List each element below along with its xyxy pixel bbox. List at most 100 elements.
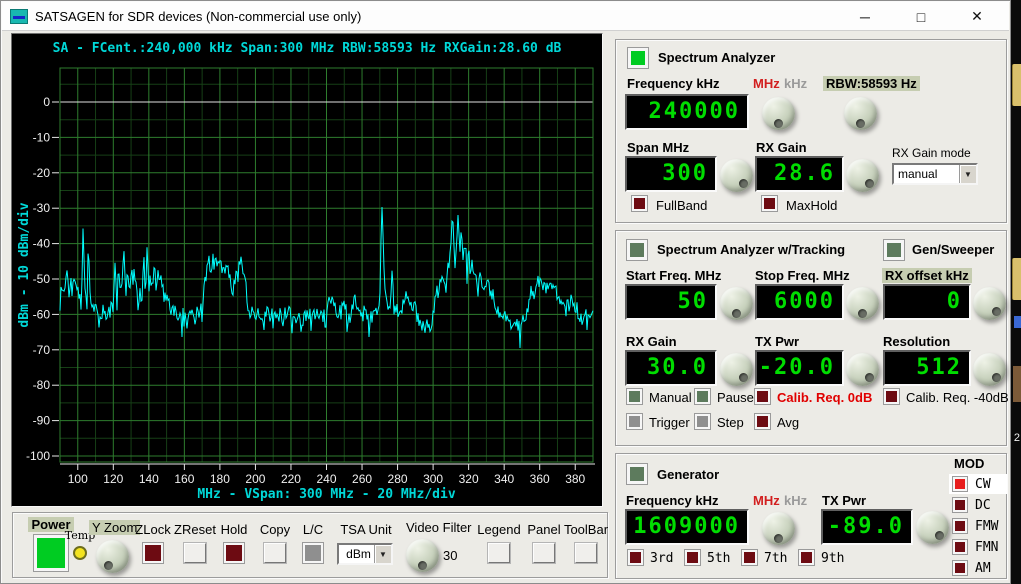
mod-option-fmn[interactable]: FMN — [949, 537, 1007, 557]
calib-req-40db-checkbox[interactable] — [884, 389, 899, 404]
legend-button[interactable] — [488, 543, 510, 563]
svg-text:-60: -60 — [33, 307, 51, 321]
tracking-title: Spectrum Analyzer w/Tracking — [657, 242, 845, 257]
tsa-unit-select[interactable]: dBm ▼ — [337, 543, 393, 565]
minimize-button[interactable]: ─ — [837, 2, 893, 31]
toolbar-button[interactable] — [575, 543, 597, 563]
svg-text:280: 280 — [388, 472, 408, 486]
panel-label: Panel — [527, 522, 560, 537]
avg-checkbox[interactable] — [755, 414, 770, 429]
spectrum-chart[interactable]: 1001201401601802002202402602803003203403… — [12, 34, 604, 508]
svg-text:180: 180 — [210, 472, 230, 486]
desktop-folder-icon — [1012, 258, 1021, 300]
generator-indicator[interactable] — [627, 464, 647, 484]
harmonic-7th-checkbox[interactable] — [742, 550, 757, 565]
zreset-button[interactable] — [184, 543, 206, 563]
video-filter-value: 30 — [443, 548, 457, 563]
fullband-checkbox[interactable] — [632, 196, 647, 211]
harmonic-9th-checkbox[interactable] — [799, 550, 814, 565]
sa-unit-mhz-toggle[interactable]: MHz — [753, 76, 780, 91]
manual-label: Manual — [649, 390, 692, 405]
pause-checkbox[interactable] — [695, 389, 710, 404]
rx-offset-label: RX offset kHz — [882, 268, 972, 283]
calib-req-0db-checkbox[interactable] — [755, 389, 770, 404]
mod-fmw-radio[interactable] — [953, 519, 967, 533]
app-window: SATSAGEN for SDR devices (Non-commercial… — [0, 0, 1011, 584]
tracking-rx-gain-display[interactable]: 30.0 — [625, 350, 717, 386]
tracking-rx-gain-label: RX Gain — [626, 334, 677, 349]
sa-span-display[interactable]: 300 — [625, 156, 717, 192]
start-freq-display[interactable]: 50 — [625, 284, 717, 320]
maxhold-checkbox[interactable] — [762, 196, 777, 211]
rx-offset-knob[interactable] — [973, 287, 1006, 320]
mod-label: MOD — [954, 456, 984, 471]
tracking-indicator[interactable] — [627, 240, 647, 260]
video-filter-knob[interactable] — [406, 539, 439, 572]
mod-option-dc[interactable]: DC — [949, 495, 1007, 515]
gen-tx-pwr-knob[interactable] — [916, 511, 949, 544]
gen-sweeper-indicator[interactable] — [884, 240, 904, 260]
mod-cw-radio[interactable] — [953, 477, 967, 491]
resolution-display[interactable]: 512 — [883, 350, 971, 386]
sa-unit-khz-toggle[interactable]: kHz — [784, 76, 807, 91]
mod-option-am[interactable]: AM — [949, 558, 1007, 578]
panel-button[interactable] — [533, 543, 555, 563]
sa-rbw-label: RBW:58593 Hz — [823, 76, 920, 91]
sa-frequency-knob[interactable] — [762, 97, 795, 130]
tracking-rx-gain-knob[interactable] — [720, 353, 753, 386]
stop-freq-knob[interactable] — [846, 287, 879, 320]
harmonic-3rd-label: 3rd — [650, 551, 673, 566]
lc-checkbox[interactable] — [303, 543, 323, 563]
harmonic-3rd-checkbox[interactable] — [628, 550, 643, 565]
svg-text:-70: -70 — [33, 343, 51, 357]
y-zoom-knob[interactable] — [96, 540, 129, 573]
spectrum-analyzer-indicator[interactable] — [628, 48, 648, 68]
chevron-down-icon[interactable]: ▼ — [374, 545, 391, 563]
sa-rx-gain-knob[interactable] — [846, 159, 879, 192]
mod-dc-radio[interactable] — [953, 498, 967, 512]
svg-text:-50: -50 — [33, 272, 51, 286]
resolution-knob[interactable] — [973, 353, 1006, 386]
mod-option-cw[interactable]: CW — [949, 474, 1007, 494]
mod-option-fmw[interactable]: FMW — [949, 516, 1007, 536]
sa-frequency-label: Frequency kHz — [627, 76, 719, 91]
hold-checkbox[interactable] — [224, 543, 244, 563]
zlock-checkbox[interactable] — [143, 543, 163, 563]
gen-unit-mhz-toggle[interactable]: MHz — [753, 493, 780, 508]
rx-offset-display[interactable]: 0 — [883, 284, 971, 320]
gen-tx-pwr-display[interactable]: -89.0 — [821, 509, 913, 545]
spectrum-analyzer-section: Spectrum Analyzer Frequency kHz MHz kHz … — [615, 39, 1007, 223]
gen-frequency-knob[interactable] — [762, 512, 795, 545]
start-freq-knob[interactable] — [720, 287, 753, 320]
trigger-checkbox[interactable] — [627, 414, 642, 429]
chevron-down-icon[interactable]: ▼ — [959, 165, 976, 183]
step-checkbox[interactable] — [695, 414, 710, 429]
manual-checkbox[interactable] — [627, 389, 642, 404]
svg-text:340: 340 — [494, 472, 514, 486]
mod-fmn-radio[interactable] — [953, 540, 967, 554]
sa-rbw-knob[interactable] — [844, 97, 877, 130]
sa-rx-gain-display[interactable]: 28.6 — [755, 156, 844, 192]
copy-button[interactable] — [264, 543, 286, 563]
close-button[interactable]: ✕ — [949, 2, 1005, 31]
maximize-button[interactable]: □ — [893, 2, 949, 31]
svg-text:380: 380 — [565, 472, 585, 486]
mod-am-radio[interactable] — [953, 561, 967, 575]
desktop-background-strip: 2 — [1011, 0, 1021, 584]
svg-text:200: 200 — [245, 472, 265, 486]
sa-span-knob[interactable] — [720, 159, 753, 192]
tracking-tx-pwr-display[interactable]: -20.0 — [755, 350, 844, 386]
svg-text:-80: -80 — [33, 378, 51, 392]
rx-gain-mode-select[interactable]: manual ▼ — [892, 163, 978, 185]
gen-unit-khz-toggle[interactable]: kHz — [784, 493, 807, 508]
svg-text:120: 120 — [103, 472, 123, 486]
gen-frequency-display[interactable]: 1609000 — [625, 509, 749, 545]
spectrum-analyzer-title: Spectrum Analyzer — [658, 50, 775, 65]
generator-section: Generator Frequency kHz MHz kHz TX Pwr 1… — [615, 453, 1007, 579]
svg-text:100: 100 — [68, 472, 88, 486]
harmonic-5th-checkbox[interactable] — [685, 550, 700, 565]
stop-freq-display[interactable]: 6000 — [755, 284, 844, 320]
tracking-tx-pwr-knob[interactable] — [846, 353, 879, 386]
harmonic-5th-label: 5th — [707, 551, 730, 566]
sa-frequency-display[interactable]: 240000 — [625, 94, 749, 130]
